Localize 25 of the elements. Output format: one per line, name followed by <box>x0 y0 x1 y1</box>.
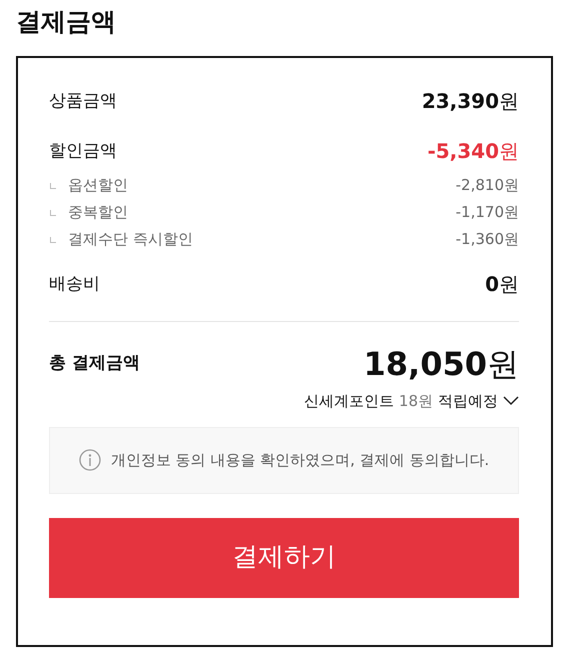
corner-icon <box>50 210 56 216</box>
total-amount: 18,050원 <box>364 344 519 384</box>
row-label: 옵션할인 <box>68 175 128 196</box>
row-label: 할인금액 <box>49 140 117 163</box>
row-amount: 23,390원 <box>422 88 519 114</box>
points-suffix[interactable]: 적립예정 <box>438 390 498 412</box>
points-label: 신세계포인트 <box>304 391 394 412</box>
row-amount: -1,170원 <box>456 202 519 223</box>
row-amount: -2,810원 <box>456 175 519 196</box>
row-amount: -1,360원 <box>456 229 519 250</box>
row-label: 중복할인 <box>68 202 128 223</box>
chevron-down-icon[interactable] <box>503 396 519 406</box>
notice-text: 개인정보 동의 내용을 확인하였으며, 결제에 동의합니다. <box>110 450 490 471</box>
info-icon <box>78 449 101 471</box>
corner-icon <box>50 236 56 242</box>
row-label: 배송비 <box>49 273 100 296</box>
points-value: 18원 <box>398 391 433 412</box>
corner-icon <box>50 182 56 188</box>
row-amount: -5,340원 <box>427 138 519 164</box>
row-label: 결제수단 즉시할인 <box>68 229 193 250</box>
section-title: 결제금액 <box>16 6 117 38</box>
total-label: 총 결제금액 <box>49 352 140 376</box>
pay-button[interactable]: 결제하기 <box>49 518 519 598</box>
row-label: 상품금액 <box>49 90 117 113</box>
row-amount: 0원 <box>485 271 519 297</box>
